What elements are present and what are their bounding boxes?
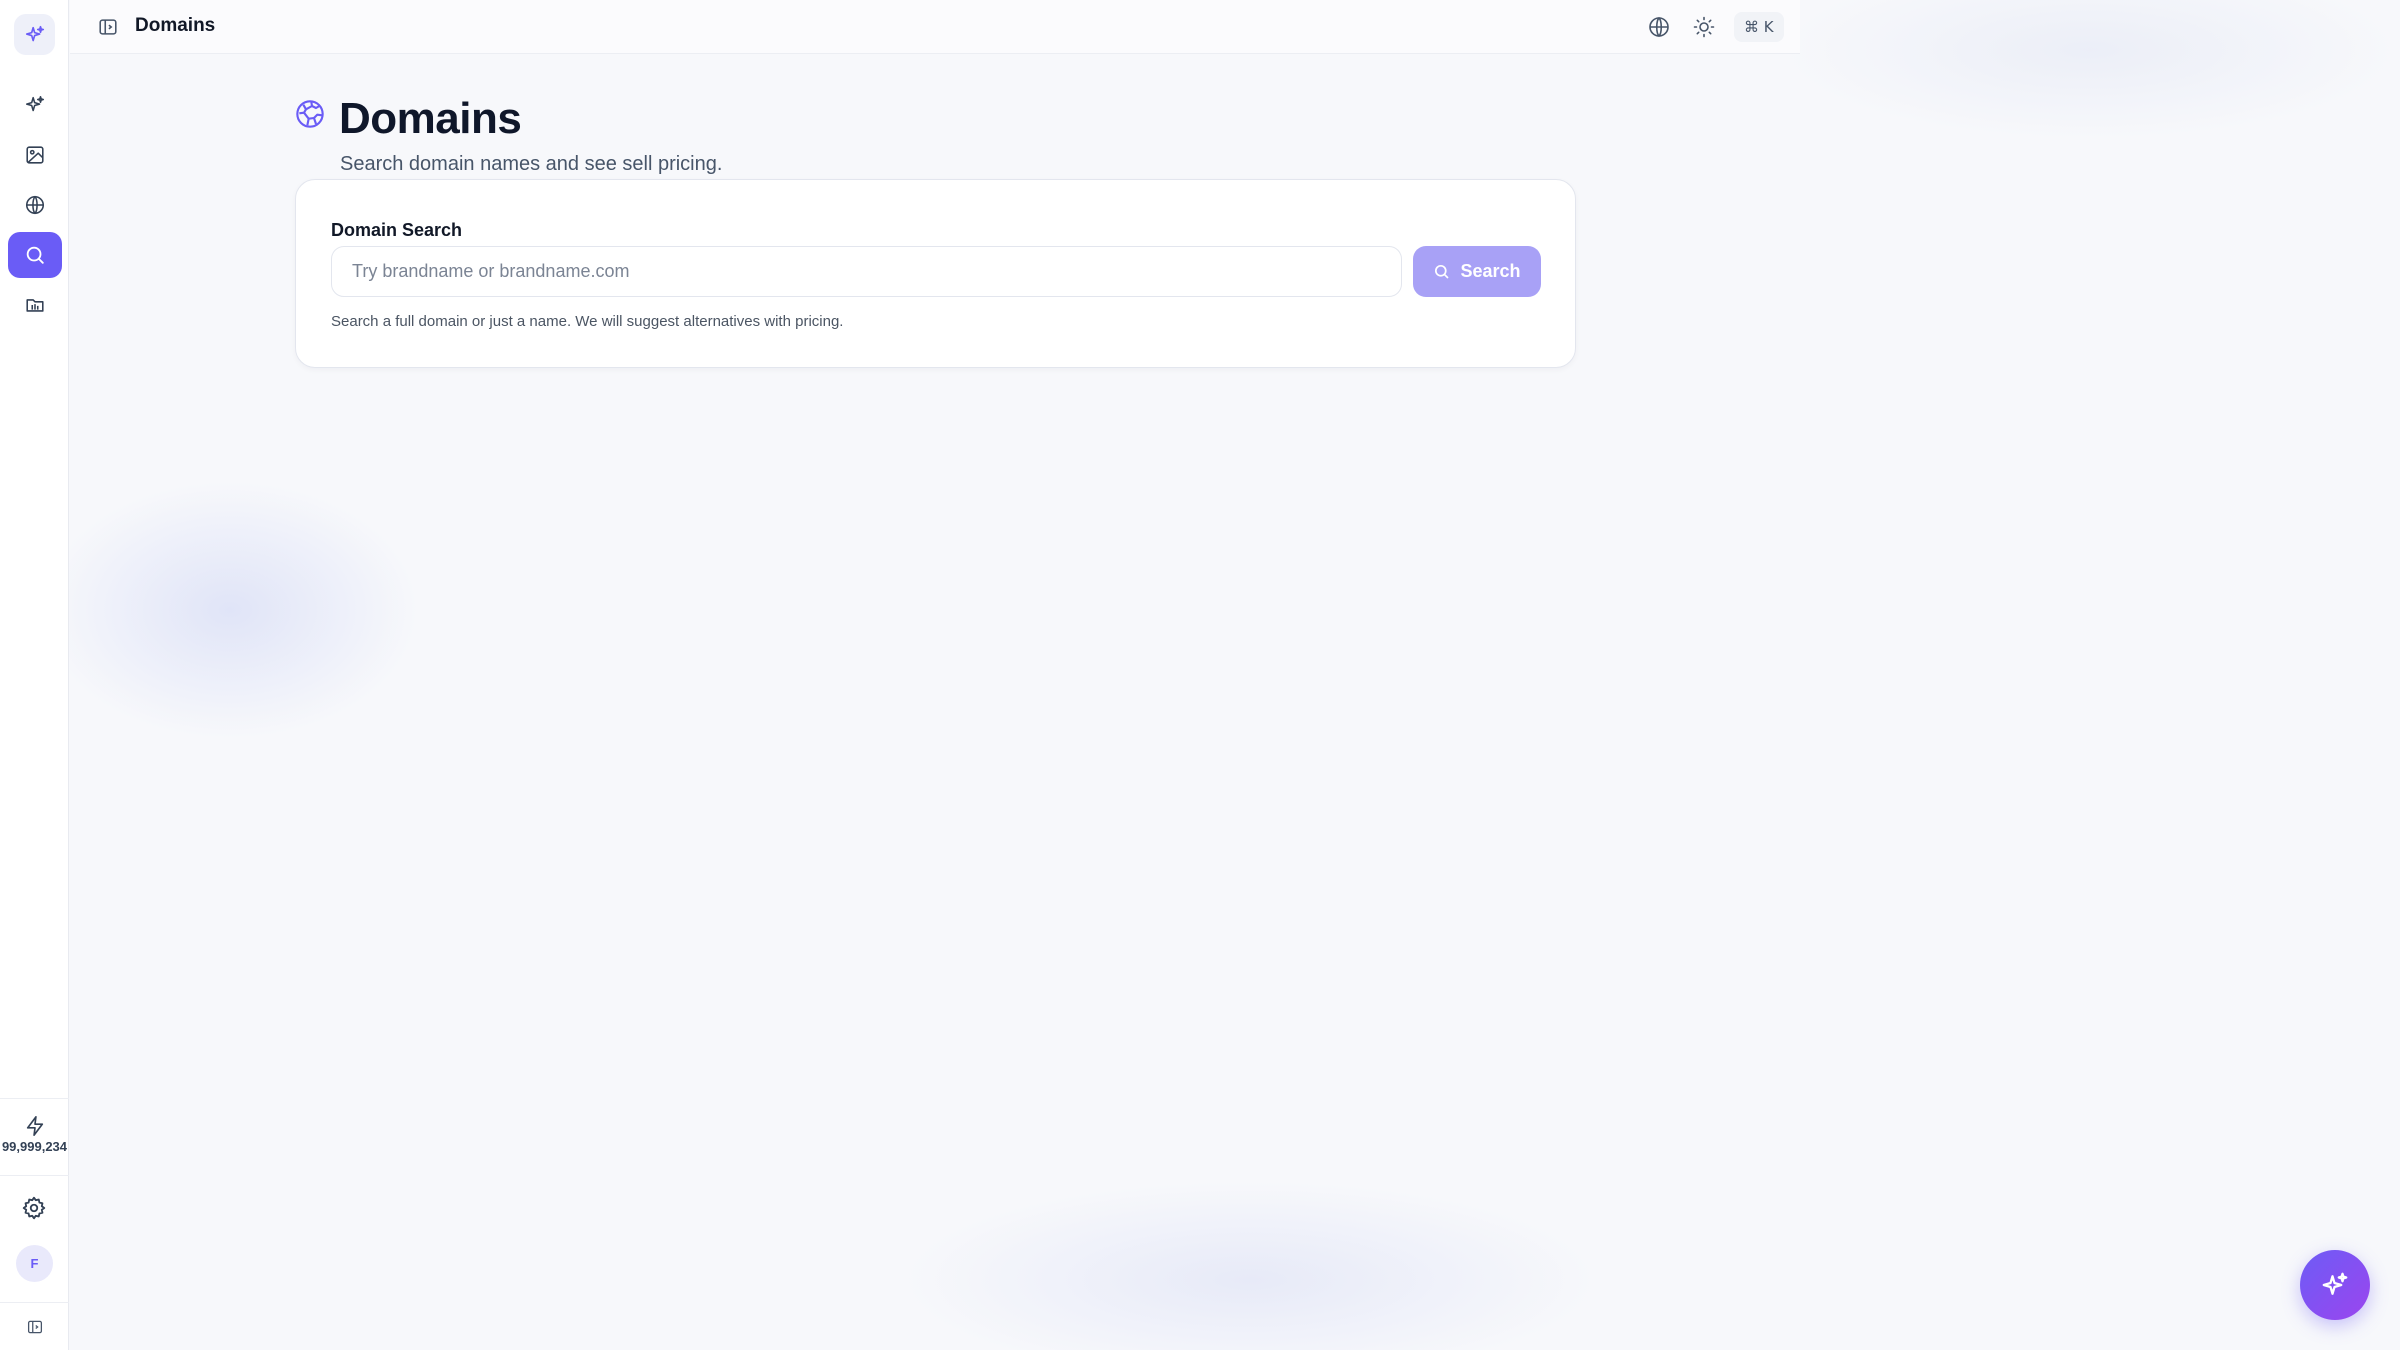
sidebar-item-folders[interactable] xyxy=(8,282,62,328)
credits-value: 99,999,234 xyxy=(1,1139,68,1154)
search-icon xyxy=(1435,264,1449,279)
background-glow xyxy=(900,1180,1600,1350)
topbar: Domains ⌘ K xyxy=(70,0,1800,54)
background-glow xyxy=(40,480,420,740)
ai-assistant-button[interactable] xyxy=(2300,1250,2370,1320)
search-icon xyxy=(26,246,44,264)
sidebar-item-domain-search[interactable] xyxy=(8,232,62,278)
domain-search-input[interactable] xyxy=(331,246,1402,297)
background-glow xyxy=(1780,0,2400,140)
user-avatar[interactable]: F xyxy=(16,1245,53,1282)
folder-icon xyxy=(26,299,44,312)
sidebar-item-globe[interactable] xyxy=(8,182,62,228)
expand-sidebar-icon[interactable] xyxy=(26,1318,44,1336)
sparkles-icon xyxy=(2322,1272,2348,1295)
image-icon xyxy=(26,146,44,164)
topbar-title: Domains xyxy=(135,15,216,36)
domain-search-card: Domain Search Search Search a full domai… xyxy=(295,179,1576,368)
language-globe-icon[interactable] xyxy=(1647,15,1671,39)
page-title: Domains xyxy=(339,94,522,143)
sidebar-footer xyxy=(0,1302,69,1350)
search-helper-text: Search a full domain or just a name. We … xyxy=(331,313,844,330)
command-palette-shortcut[interactable]: ⌘ K xyxy=(1734,12,1784,42)
sidebar-toggle-icon[interactable] xyxy=(97,16,119,38)
credits-balance: 99,999,234 xyxy=(0,1098,69,1176)
globe-icon xyxy=(25,195,45,215)
search-button[interactable]: Search xyxy=(1413,246,1541,297)
domains-globe-icon xyxy=(296,100,324,128)
theme-sun-icon[interactable] xyxy=(1692,15,1716,39)
domain-search-label: Domain Search xyxy=(331,220,463,240)
sidebar: 99,999,234 F xyxy=(0,0,69,1350)
sidebar-item-ai[interactable] xyxy=(8,82,62,128)
sparkles-logo-icon xyxy=(25,25,44,41)
search-button-label: Search xyxy=(1460,261,1521,281)
sparkles-icon xyxy=(25,95,45,112)
app-root: 99,999,234 F Domains ⌘ K Domains Search … xyxy=(0,0,2400,1350)
settings-gear-icon[interactable] xyxy=(21,1195,47,1221)
bolt-icon xyxy=(26,1116,44,1136)
sidebar-item-images[interactable] xyxy=(8,132,62,178)
page-subtitle: Search domain names and see sell pricing… xyxy=(340,153,723,175)
app-logo[interactable] xyxy=(14,14,55,55)
